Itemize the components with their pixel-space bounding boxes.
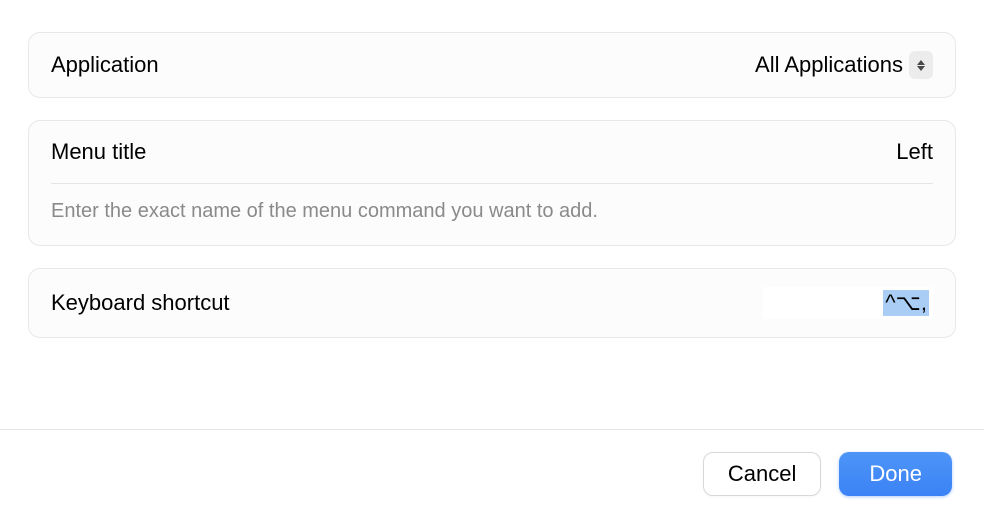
application-label: Application [51,52,159,78]
application-value: All Applications [755,52,903,78]
cancel-button[interactable]: Cancel [703,452,821,496]
done-button[interactable]: Done [839,452,952,496]
updown-chevron-icon [909,51,933,79]
application-row[interactable]: Application All Applications [29,33,955,97]
keyboard-shortcut-input[interactable]: ^⌥, [763,287,933,319]
application-panel: Application All Applications [28,32,956,98]
menu-title-panel: Menu title Left Enter the exact name of … [28,120,956,246]
menu-title-label: Menu title [51,139,146,165]
application-selector[interactable]: All Applications [755,51,933,79]
menu-helper-text: Enter the exact name of the menu command… [29,184,955,245]
keyboard-shortcut-panel: Keyboard shortcut ^⌥, [28,268,956,338]
keyboard-shortcut-row[interactable]: Keyboard shortcut ^⌥, [29,269,955,337]
menu-title-value[interactable]: Left [896,139,933,165]
keyboard-shortcut-label: Keyboard shortcut [51,290,230,316]
footer: Cancel Done [0,429,984,518]
keyboard-shortcut-value: ^⌥, [883,290,929,316]
menu-title-row[interactable]: Menu title Left [29,121,955,183]
